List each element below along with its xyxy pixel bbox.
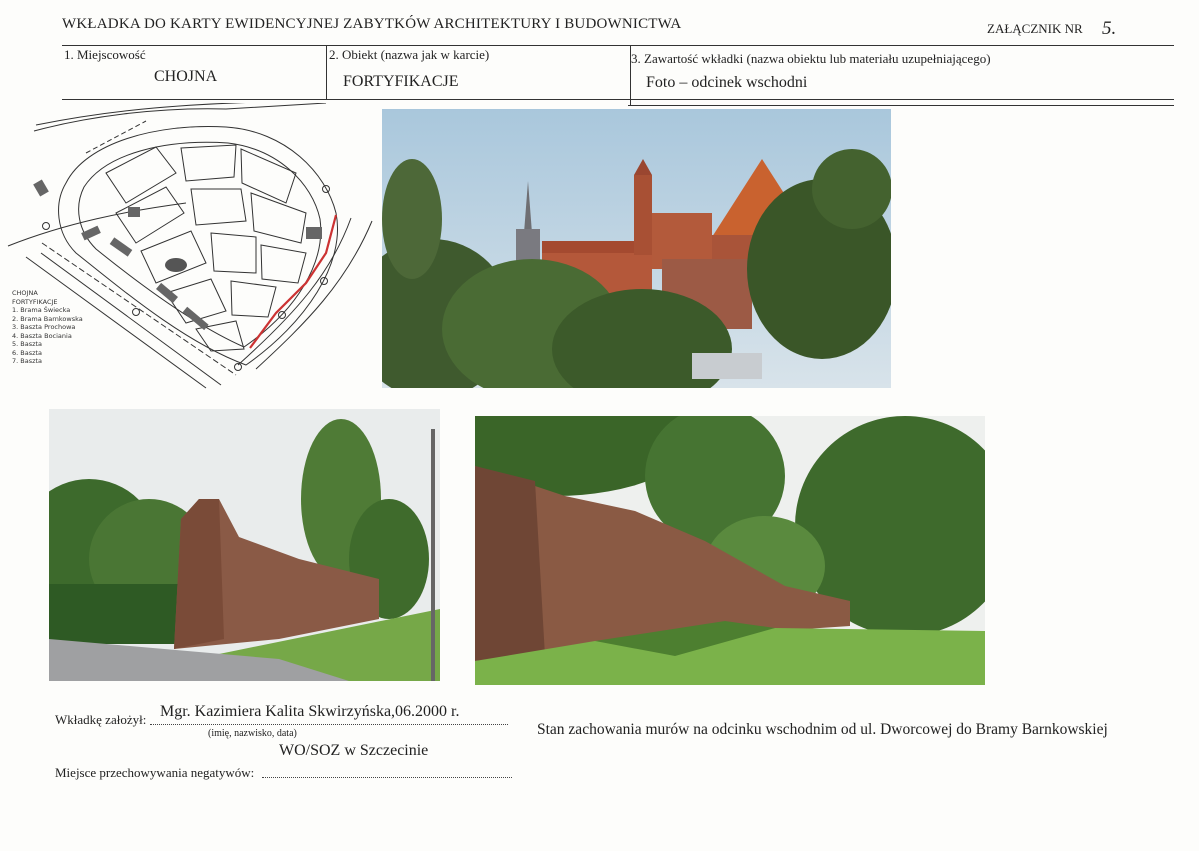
map-legend-title: CHOJNA [12, 289, 38, 297]
header-rule-bottom [628, 105, 1174, 106]
map-legend-item: 6. Baszta [12, 348, 43, 357]
negatives-dotted-line [262, 777, 512, 778]
header-rule-top [62, 45, 1174, 46]
object-value: FORTYFIKACJE [343, 73, 459, 90]
field-divider-1 [326, 45, 327, 100]
map-legend-item: 5. Baszta [12, 340, 43, 348]
fortification-map: CHOJNA FORTYFIKACJE 1. Brama Świecka 2. … [6, 100, 374, 389]
attachment-number: 5. [1102, 18, 1117, 39]
map-legend-item: 3. Baszta Prochowa [12, 323, 76, 331]
header-rule-mid [62, 99, 1174, 100]
map-legend-item: 2. Brama Barnkowska [12, 314, 83, 323]
document-title: WKŁADKA DO KARTY EWIDENCYJNEJ ZABYTKÓW A… [62, 16, 682, 32]
photo-wall-ruin [49, 409, 440, 681]
map-legend-item: 7. Baszta [12, 357, 43, 365]
photo-wall-park [475, 416, 985, 685]
photo-church-view [382, 109, 891, 388]
content-value: Foto – odcinek wschodni [646, 74, 808, 91]
founder-dotted-line [150, 724, 508, 725]
photo-caption: Stan zachowania murów na odcinku wschodn… [537, 721, 1108, 738]
founder-value: Mgr. Kazimiera Kalita Skwirzyńska,06.200… [160, 703, 460, 720]
founder-note: (imię, nazwisko, data) [208, 728, 297, 739]
map-legend-item: 4. Baszta Bociania [12, 331, 72, 340]
locality-label: 1. Miejscowość [64, 47, 146, 62]
map-legend: CHOJNA FORTYFIKACJE 1. Brama Świecka 2. … [12, 289, 83, 366]
map-legend-item: 1. Brama Świecka [12, 306, 71, 314]
content-label: 3. Zawartość wkładki (nazwa obiektu lub … [631, 51, 991, 66]
institution: WO/SOZ w Szczecinie [279, 742, 429, 759]
attachment-label: ZAŁĄCZNIK NR [987, 21, 1083, 36]
negatives-label: Miejsce przechowywania negatywów: [55, 765, 255, 780]
locality-value: CHOJNA [154, 68, 218, 85]
founder-label: Wkładkę założył: [55, 712, 147, 727]
object-label: 2. Obiekt (nazwa jak w karcie) [329, 47, 490, 62]
map-legend-subtitle: FORTYFIKACJE [12, 297, 58, 306]
